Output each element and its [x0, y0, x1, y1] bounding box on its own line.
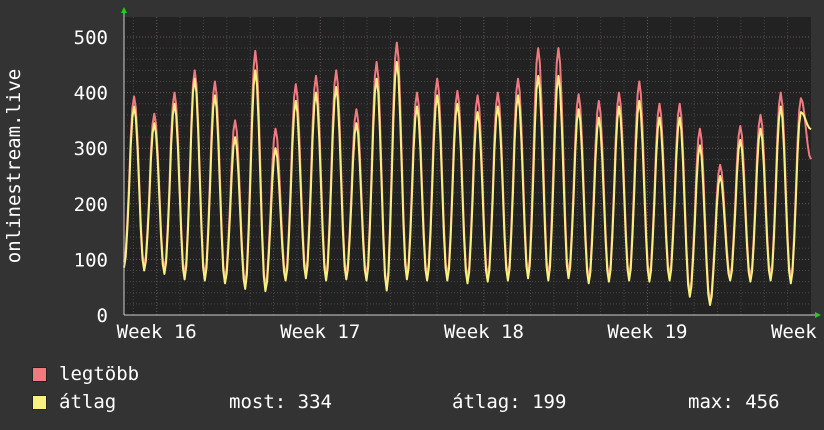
y-axis-arrow-icon [121, 7, 127, 13]
stat-max: max: 456 [688, 391, 780, 413]
y-axis-label: onlinestream.live [3, 69, 25, 263]
y-tick-label: 200 [74, 194, 108, 216]
y-tick-label: 300 [74, 138, 108, 160]
x-tick-label: Week 20 [771, 321, 824, 343]
y-tick-label: 100 [74, 249, 108, 271]
y-tick-label: 0 [97, 305, 108, 327]
x-tick-label: Week 16 [117, 321, 197, 343]
legend-label-max: legtöbb [59, 363, 140, 385]
x-tick-label: Week 18 [444, 321, 524, 343]
legend-label-average: átlag [59, 391, 117, 413]
traffic-chart: 0100200300400500 Week 16 Week 17 Week 18 We… [3, 7, 824, 343]
x-tick-labels: Week 16 Week 17 Week 18 Week 19 Week 20 [117, 321, 824, 343]
stat-current: most: 334 [229, 391, 332, 413]
legend-swatch-max [32, 367, 47, 382]
x-tick-label: Week 17 [280, 321, 360, 343]
x-axis-arrow-icon [815, 312, 821, 318]
x-tick-label: Week 19 [607, 321, 687, 343]
y-tick-labels: 0 100 200 300 400 500 [74, 27, 108, 327]
stat-average: átlag: 199 [452, 391, 567, 413]
y-tick-label: 500 [74, 27, 108, 49]
legend-swatch-average [32, 395, 47, 410]
y-tick-label: 400 [74, 83, 108, 105]
